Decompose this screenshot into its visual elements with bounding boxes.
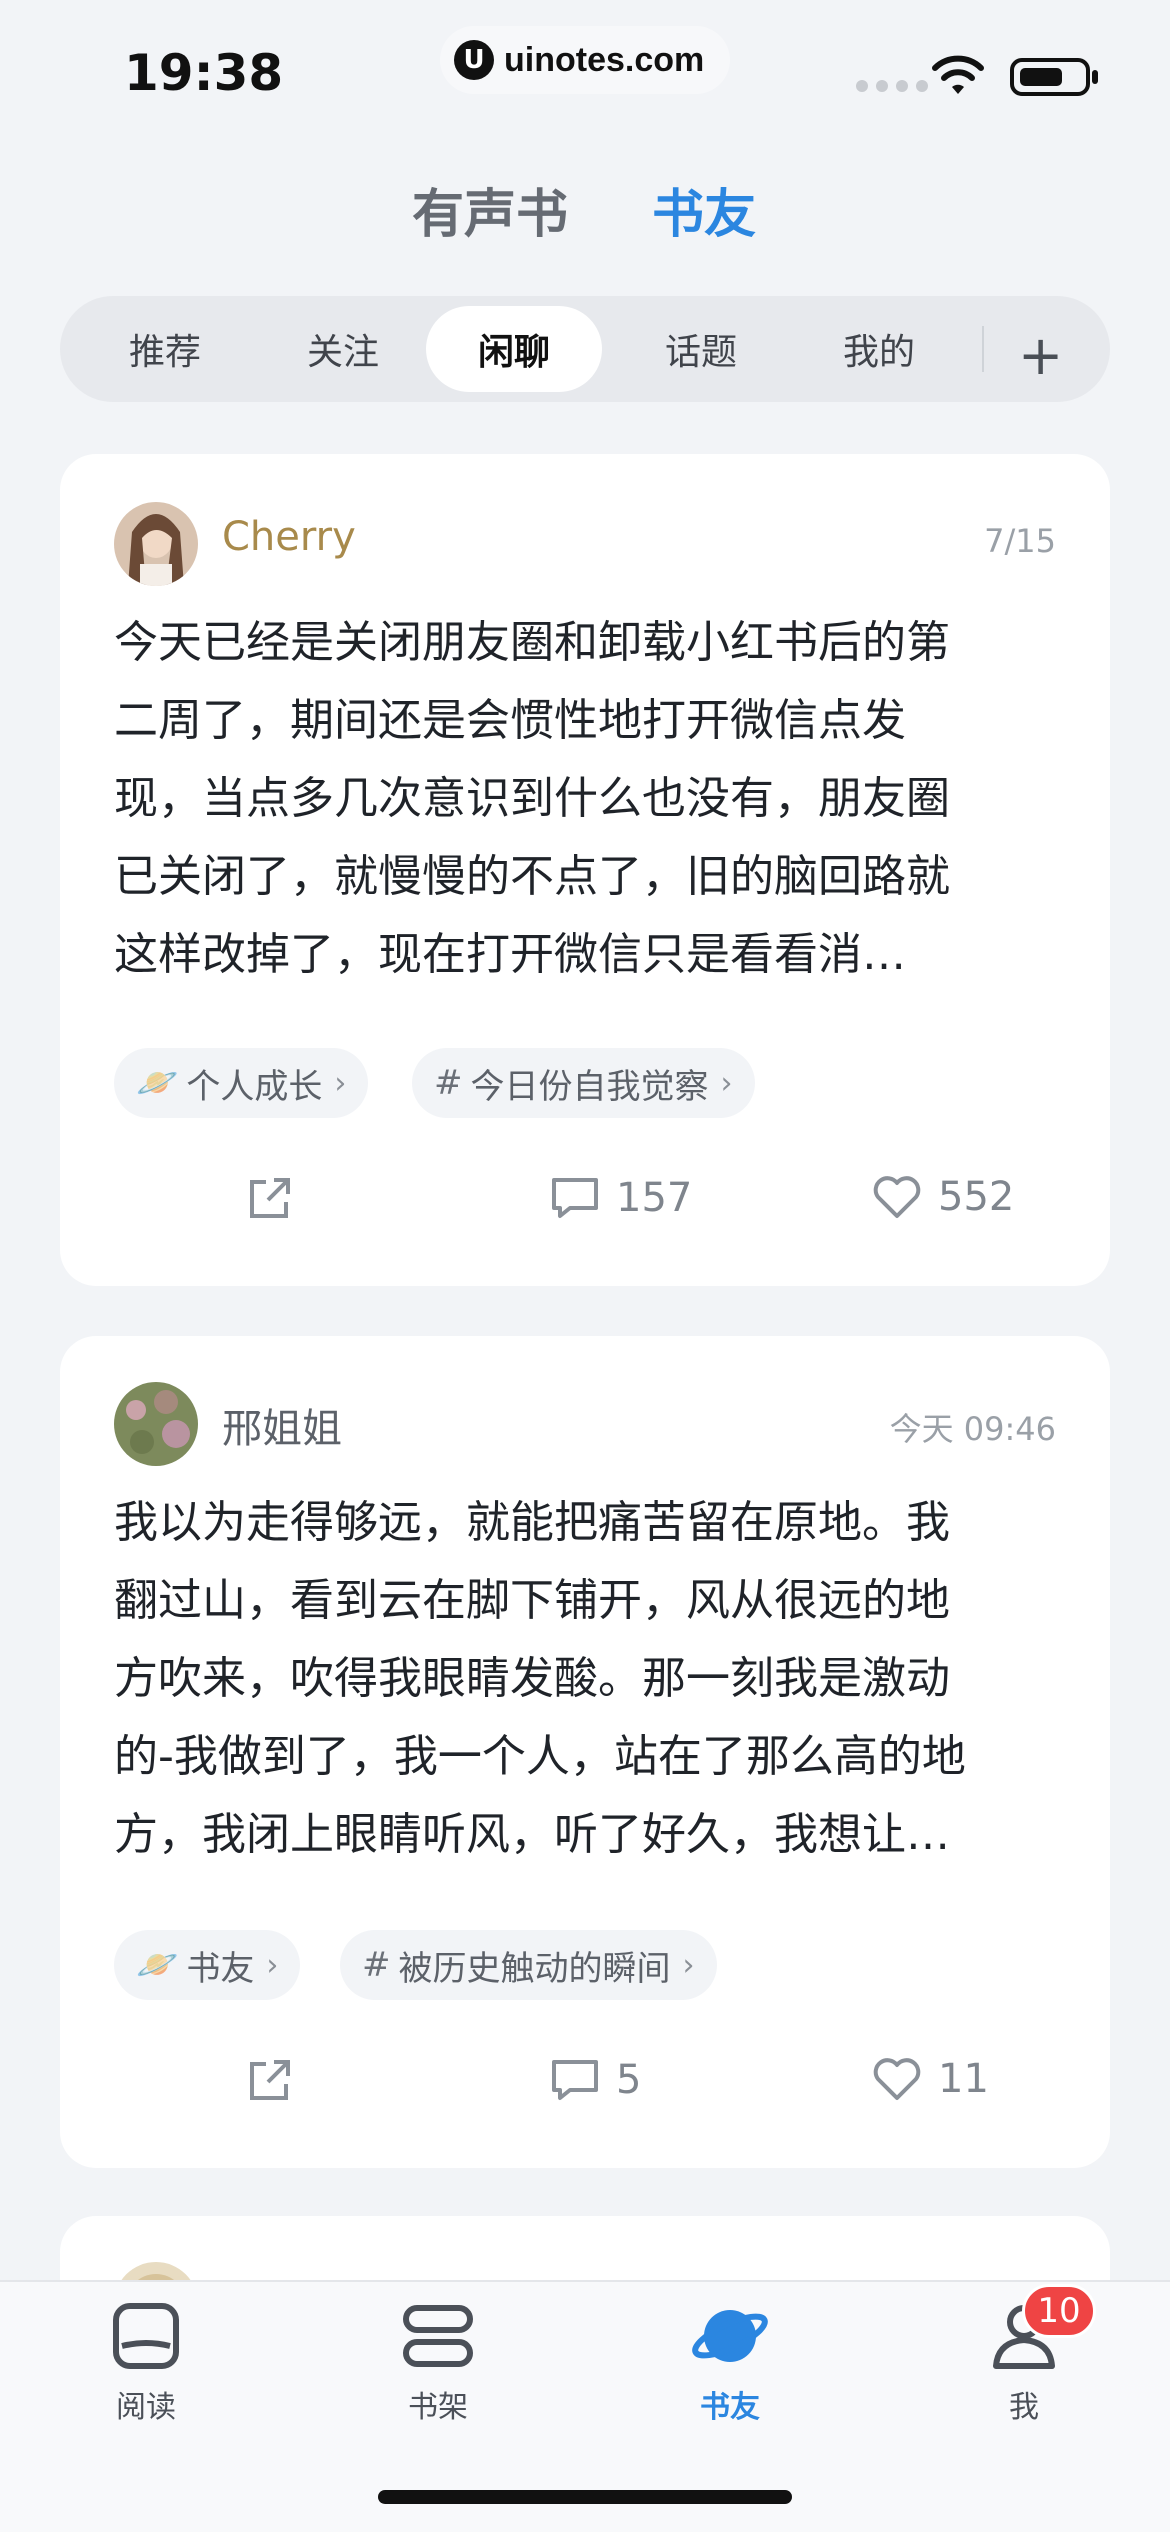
planet-icon: 🪐 [136,1945,179,1985]
sub-tab-bar: 推荐 关注 闲聊 话题 我的 [60,296,1110,402]
chip-label: 今日份自我觉察 [470,1066,709,1107]
like-button[interactable]: 552 [872,1174,1014,1220]
subtab-mine[interactable]: 我的 [814,296,944,402]
avatar[interactable] [114,502,198,586]
comment-button[interactable]: 5 [550,2056,641,2104]
post-date: 今天 09:46 [889,1410,1056,1448]
subtab-topic[interactable]: 话题 [636,296,766,402]
post-line: 我以为走得够远，就能把痛苦留在原地。我 [114,1497,950,1548]
post-line: 二周了，期间还是会惯性地打开微信点发 [114,695,906,746]
share-button[interactable] [246,2056,294,2104]
post-line: 的-我做到了，我一个人，站在了那么高的地 [114,1731,966,1782]
planet-icon [692,2310,768,2362]
nav-label: 我 [1009,2390,1039,2425]
post-line: 方，我闭上眼睛听风，听了好久，我想让… [114,1809,950,1860]
wifi-icon [932,55,984,94]
hashtag-chip[interactable]: # 被历史触动的瞬间 › [340,1930,717,2000]
comment-icon [552,2060,598,2100]
post-line: 方吹来，吹得我眼睛发酸。那一刻我是激动 [114,1653,950,1704]
chevron-right-icon: › [720,1065,733,1101]
comment-button[interactable]: 157 [550,1174,692,1222]
avatar[interactable] [114,1382,198,1466]
tab-audiobook[interactable]: 有声书 [412,172,568,247]
share-icon [250,1178,290,1218]
battery-icon [1010,58,1090,96]
post-username[interactable]: 邢姐姐 [222,1396,342,1454]
like-count: 552 [938,1174,1015,1220]
chevron-right-icon: › [266,1947,279,1983]
subtab-chat[interactable]: 闲聊 [426,306,602,392]
share-icon [250,2060,290,2100]
signal-icon [856,80,928,92]
chip-label: 被历史触动的瞬间 [398,1948,671,1989]
chip-label: 书友 [186,1948,255,1989]
like-count: 11 [938,2056,989,2102]
post-body[interactable]: 今天已经是关闭朋友圈和卸载小红书后的第 二周了，期间还是会惯性地打开微信点发 现… [114,604,1034,994]
bookshelf-icon [403,2305,473,2367]
subtab-divider [982,326,984,372]
chevron-right-icon: › [334,1065,347,1101]
subtab-recommend[interactable]: 推荐 [100,296,230,402]
chip-label: 个人成长 [186,1066,323,1107]
tab-bookfriends[interactable]: 书友 [652,172,756,247]
topic-chip[interactable]: 🪐 个人成长 › [114,1048,369,1118]
comment-count: 5 [616,2057,642,2103]
battery-tip [1092,70,1098,84]
post-line: 已关闭了，就慢慢的不点了，旧的脑回路就 [114,851,950,902]
notification-badge: 10 [1022,2284,1096,2338]
comment-icon [552,1178,598,1218]
hash-icon: # [362,1945,391,1985]
planet-icon: 🪐 [136,1063,179,1103]
nav-bookfriends[interactable]: 书友 [640,2300,820,2426]
post-username[interactable]: Cherry [222,514,356,560]
chevron-right-icon: › [682,1947,695,1983]
hash-icon: # [434,1063,463,1103]
post-card[interactable]: Cherry 7/15 今天已经是关闭朋友圈和卸载小红书后的第 二周了，期间还是… [60,454,1110,1286]
post-date: 7/15 [984,522,1056,560]
nav-label: 阅读 [116,2390,176,2425]
post-body[interactable]: 我以为走得够远，就能把痛苦留在原地。我 翻过山，看到云在脚下铺开，风从很远的地 … [114,1484,1104,1874]
post-line: 今天已经是关闭朋友圈和卸载小红书后的第 [114,617,950,668]
nav-label: 书架 [408,2390,468,2425]
topic-chip[interactable]: 🪐 书友 › [114,1930,301,2000]
post-line: 翻过山，看到云在脚下铺开，风从很远的地 [114,1575,950,1626]
heart-icon [873,2058,921,2100]
url-text: uinotes.com [504,40,705,79]
like-button[interactable]: 11 [872,2056,989,2102]
heart-icon [873,1176,921,1218]
nav-read[interactable]: 阅读 [56,2300,236,2426]
post-line: 现，当点多几次意识到什么也没有，朋友圈 [114,773,950,824]
nav-label: 书友 [700,2390,760,2425]
url-pill[interactable]: U uinotes.com [440,26,730,94]
share-button[interactable] [246,1174,294,1222]
add-tab-button[interactable]: + [1018,324,1063,387]
hashtag-chip[interactable]: # 今日份自我觉察 › [412,1048,755,1118]
subtab-follow[interactable]: 关注 [278,296,408,402]
comment-count: 157 [616,1175,693,1221]
post-line: 这样改掉了，现在打开微信只是看看消… [114,929,906,980]
book-open-icon [113,2303,179,2369]
home-indicator[interactable] [378,2490,792,2504]
status-time: 19:38 [124,44,284,102]
post-card[interactable]: 邢姐姐 今天 09:46 我以为走得够远，就能把痛苦留在原地。我 翻过山，看到云… [60,1336,1110,2168]
site-logo-icon: U [454,40,494,80]
nav-bookshelf[interactable]: 书架 [348,2300,528,2426]
